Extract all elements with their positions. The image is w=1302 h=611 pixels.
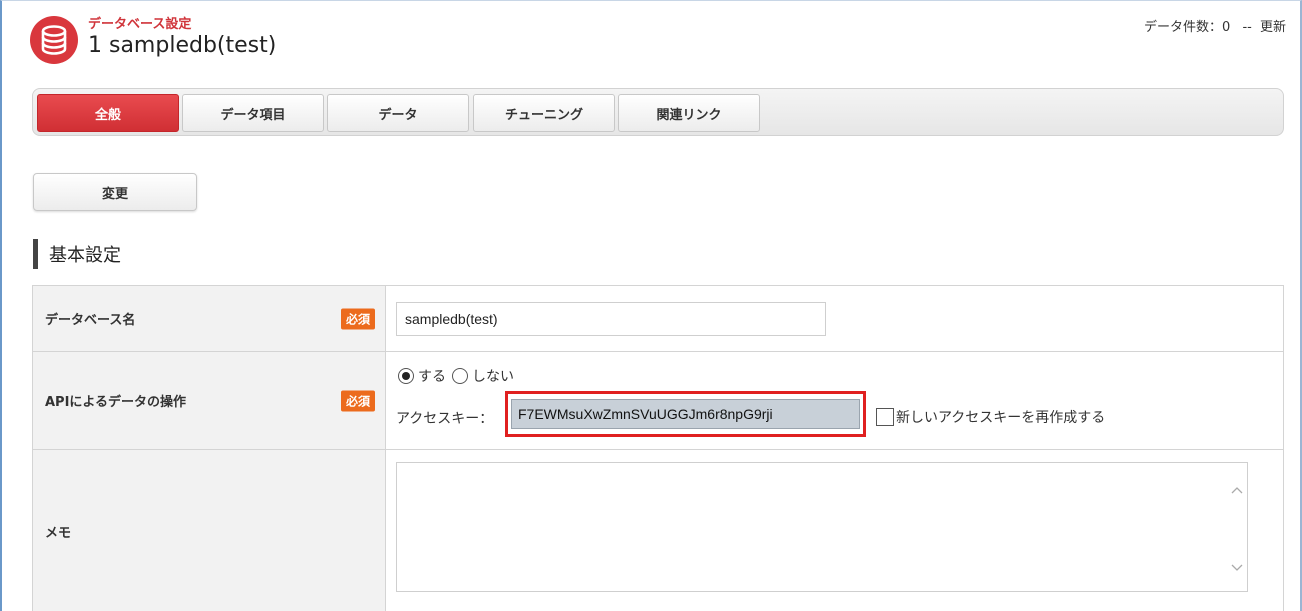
access-key-input[interactable] (511, 399, 860, 429)
row-api-operation: APIによるデータの操作 必須 する しない アクセスキー： 新しいアクセスキー… (33, 352, 1283, 450)
regenerate-key-label[interactable]: 新しいアクセスキーを再作成する (896, 407, 1105, 427)
api-operation-value-cell: する しない アクセスキー： 新しいアクセスキーを再作成する (386, 352, 1283, 449)
database-name-label: データベース名 (45, 313, 136, 328)
api-radio-yes[interactable] (398, 368, 414, 384)
api-radio-no-label[interactable]: しない (472, 366, 514, 386)
access-key-label: アクセスキー： (396, 411, 494, 427)
row-database-name: データベース名 必須 (33, 286, 1283, 352)
memo-label-cell: メモ (33, 450, 386, 611)
database-name-value-cell (386, 286, 1283, 351)
tab-data-fields[interactable]: データ項目 (182, 94, 324, 132)
required-badge: 必須 (340, 308, 375, 329)
required-badge: 必須 (340, 390, 375, 411)
memo-textarea[interactable] (396, 462, 1248, 592)
change-button[interactable]: 変更 (33, 173, 197, 211)
section-heading: 基本設定 (33, 239, 121, 269)
scroll-up-icon[interactable] (1231, 485, 1243, 497)
memo-label: メモ (45, 525, 72, 541)
refresh-link[interactable]: 更新 (1260, 20, 1286, 35)
row-memo: メモ (33, 450, 1283, 611)
database-icon (30, 16, 78, 64)
tab-general[interactable]: 全般 (37, 94, 179, 132)
separator: -- (1242, 20, 1252, 35)
tab-data[interactable]: データ (327, 94, 469, 132)
api-radio-yes-label[interactable]: する (418, 366, 446, 386)
scroll-down-icon[interactable] (1231, 561, 1243, 573)
access-key-highlight-box (505, 391, 866, 437)
record-count: データ件数：0 (1144, 20, 1231, 35)
regenerate-key-checkbox[interactable] (876, 408, 894, 426)
api-operation-label: APIによるデータの操作 (45, 395, 187, 410)
database-name-label-cell: データベース名 必須 (33, 286, 386, 351)
database-name-input[interactable] (396, 302, 826, 336)
api-radio-no[interactable] (452, 368, 468, 384)
memo-scrollbar[interactable] (1227, 463, 1247, 591)
memo-value-cell (386, 450, 1283, 611)
section-title: 基本設定 (49, 245, 121, 266)
api-operation-label-cell: APIによるデータの操作 必須 (33, 352, 386, 449)
tab-tuning[interactable]: チューニング (473, 94, 615, 132)
settings-table: データベース名 必須 APIによるデータの操作 必須 する しない アクセスキー… (32, 285, 1284, 611)
page-subtitle: データベース設定 (88, 17, 192, 32)
page-title: 1 sampledb(test) (88, 33, 277, 58)
tab-bar: 全般 データ項目 データ チューニング 関連リンク (32, 88, 1284, 136)
record-count-area: データ件数：0 -- 更新 (1144, 16, 1286, 35)
radio-selected-dot (402, 372, 410, 380)
section-marker (33, 239, 38, 269)
api-radio-group: する しない (398, 366, 520, 386)
regenerate-key-option[interactable]: 新しいアクセスキーを再作成する (876, 407, 1105, 427)
tab-related-links[interactable]: 関連リンク (618, 94, 760, 132)
